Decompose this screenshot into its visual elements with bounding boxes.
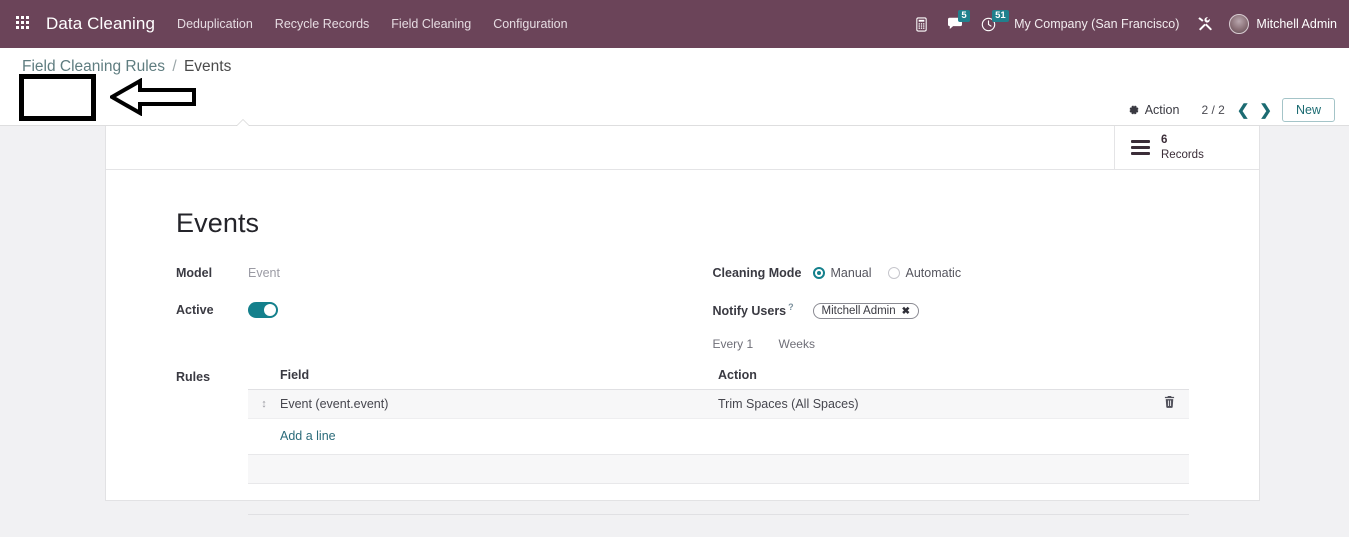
radio-manual-label: Manual: [830, 266, 872, 280]
radio-automatic-label: Automatic: [905, 266, 962, 280]
user-menu[interactable]: Mitchell Admin: [1229, 14, 1337, 34]
records-stat-text: 6 Records: [1161, 133, 1204, 162]
rules-bottom-divider: [248, 484, 1189, 515]
trash-icon[interactable]: [1149, 395, 1189, 413]
control-panel-right: Action 2 / 2 ❮ ❯ New: [1128, 98, 1335, 122]
field-model-value[interactable]: Event: [248, 266, 280, 280]
company-selector[interactable]: My Company (San Francisco): [1014, 17, 1179, 31]
menu-deduplication[interactable]: Deduplication: [177, 17, 253, 31]
field-active-label: Active: [176, 303, 214, 317]
clock-icon[interactable]: 51: [981, 9, 1009, 32]
breadcrumb-root[interactable]: Field Cleaning Rules: [22, 58, 165, 75]
add-a-line-link[interactable]: Add a line: [280, 429, 336, 443]
notify-interval-row: Every 1 Weeks: [713, 337, 1190, 351]
form-area: 6 Records Events Model Event Active Clea…: [0, 126, 1349, 537]
active-toggle[interactable]: [248, 302, 278, 318]
messages-badge: 5: [958, 9, 971, 22]
field-cleaning-mode: Cleaning Mode Manual Automatic: [713, 263, 1190, 283]
user-tag[interactable]: Mitchell Admin ✖: [812, 303, 920, 319]
drag-handle-icon[interactable]: ↕: [248, 398, 280, 410]
interval-value[interactable]: Every 1: [713, 337, 779, 351]
interval-unit[interactable]: Weeks: [779, 337, 815, 351]
field-model-label: Model: [176, 266, 213, 280]
column-header-action: Action: [718, 368, 757, 382]
notify-users-label-text: Notify Users: [712, 304, 787, 319]
breadcrumb-separator: /: [172, 58, 177, 75]
form-body: Events Model Event Active Cleaning Mode …: [106, 170, 1259, 515]
activities-badge: 51: [992, 9, 1009, 22]
control-panel: Field Cleaning Rules / Events Action 2 /…: [0, 48, 1349, 156]
tools-icon[interactable]: [1197, 16, 1213, 32]
field-notify-users: Notify Users? Mitchell Admin ✖: [713, 300, 1190, 320]
apps-grid-icon[interactable]: [16, 16, 32, 32]
gear-icon: [1129, 105, 1139, 115]
action-menu-button[interactable]: Action: [1128, 103, 1180, 117]
form-columns: Model Event Active Cleaning Mode Manual …: [176, 263, 1189, 351]
stat-button-bar: 6 Records: [106, 126, 1259, 170]
field-active: Active: [176, 300, 683, 320]
radio-unselected-icon: [887, 267, 900, 279]
rules-section: Rules Field Action ↕ Event (event.event)…: [176, 368, 1189, 515]
radio-automatic[interactable]: Automatic: [887, 266, 962, 280]
page-title: Events: [176, 208, 260, 238]
new-button[interactable]: New: [1281, 98, 1335, 122]
form-column-right: Cleaning Mode Manual Automatic Notify Us…: [683, 263, 1190, 351]
user-name: Mitchell Admin: [1256, 17, 1337, 31]
radio-manual[interactable]: Manual: [812, 266, 872, 280]
rules-filler-row: [248, 455, 1189, 484]
cleaning-mode-radio-group: Manual Automatic: [812, 266, 978, 280]
records-stat-button[interactable]: 6 Records: [1114, 126, 1259, 169]
column-header-field: Field: [280, 368, 310, 382]
chevron-right-icon[interactable]: ❯: [1259, 103, 1272, 118]
menu-recycle-records[interactable]: Recycle Records: [275, 17, 369, 31]
add-a-line-row: Add a line: [248, 419, 1189, 455]
list-lines-icon: [1131, 138, 1150, 157]
app-brand[interactable]: Data Cleaning: [46, 14, 155, 34]
avatar: [1229, 14, 1250, 34]
top-navbar: Data Cleaning Deduplication Recycle Reco…: [0, 0, 1349, 48]
rules-label: Rules: [176, 370, 211, 384]
row-action-value[interactable]: Trim Spaces (All Spaces): [718, 397, 1149, 411]
notify-users-tags: Mitchell Admin ✖: [812, 301, 920, 319]
navbar-right-group: 5 51 My Company (San Francisco) Mitchell…: [914, 9, 1349, 34]
form-column-left: Model Event Active: [176, 263, 683, 351]
menu-configuration[interactable]: Configuration: [493, 17, 567, 31]
breadcrumb-current: Events: [183, 58, 232, 75]
table-row[interactable]: ↕ Event (event.event) Trim Spaces (All S…: [248, 390, 1189, 419]
records-count: 6: [1161, 134, 1168, 147]
row-field-value[interactable]: Event (event.event): [280, 397, 718, 411]
notify-users-label: Notify Users?: [713, 302, 813, 318]
telephone-icon[interactable]: [914, 16, 929, 32]
action-label: Action: [1144, 103, 1180, 117]
radio-selected-icon: [812, 267, 825, 279]
messages-icon[interactable]: 5: [947, 9, 971, 32]
pager[interactable]: 2 / 2: [1201, 103, 1224, 117]
field-model: Model Event: [176, 263, 683, 283]
user-tag-label: Mitchell Admin: [821, 305, 896, 317]
rules-table-header: Field Action: [248, 368, 1189, 390]
breadcrumb: Field Cleaning Rules / Events: [22, 58, 231, 76]
menu-field-cleaning[interactable]: Field Cleaning: [391, 17, 471, 31]
app-root: Data Cleaning Deduplication Recycle Reco…: [0, 0, 1349, 537]
rules-table: Field Action ↕ Event (event.event) Trim …: [248, 368, 1189, 515]
toggle-knob: [264, 304, 276, 316]
cleaning-mode-label: Cleaning Mode: [712, 266, 802, 280]
records-label: Records: [1161, 148, 1204, 161]
close-icon[interactable]: ✖: [902, 306, 910, 317]
chevron-left-icon[interactable]: ❮: [1237, 103, 1250, 118]
help-icon[interactable]: ?: [788, 302, 794, 312]
form-sheet: 6 Records Events Model Event Active Clea…: [105, 126, 1260, 515]
